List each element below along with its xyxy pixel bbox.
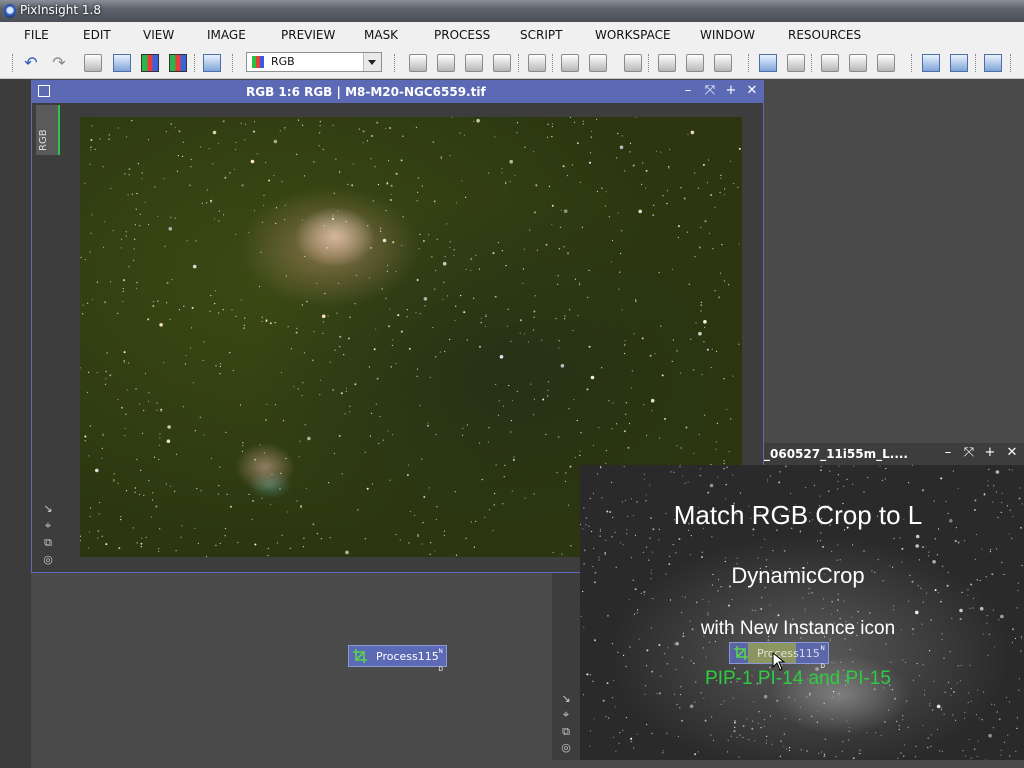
rgb-view-tab[interactable]: RGB	[36, 105, 60, 155]
toolbar-separator	[1010, 54, 1014, 72]
explorer-icon[interactable]	[759, 54, 777, 72]
console-icon[interactable]	[787, 54, 805, 72]
pan-icon[interactable]: ↘	[42, 503, 54, 515]
shade-icon[interactable]: ⤧	[961, 445, 977, 461]
process-icon-label: Process115	[376, 650, 439, 663]
combine-rgb-icon[interactable]	[169, 54, 187, 72]
restore-view-icon[interactable]: ⧉	[42, 537, 54, 549]
history-reset-icon[interactable]	[714, 54, 732, 72]
chevron-down-icon[interactable]	[363, 53, 381, 71]
toolbar-separator	[12, 54, 16, 72]
l-window-title: _060527_11i55m_L....	[764, 447, 908, 461]
dynamic-crop-icon	[353, 649, 367, 663]
toolbar-separator	[394, 54, 398, 72]
mask-apply-icon[interactable]	[465, 54, 483, 72]
pan-icon[interactable]: ↘	[560, 693, 572, 705]
rgb-channel-value: RGB	[271, 55, 295, 68]
caption-title: Match RGB Crop to L	[673, 500, 923, 530]
image-properties-icon[interactable]	[84, 54, 102, 72]
target-icon[interactable]: ◎	[42, 554, 54, 566]
mask-remove-icon[interactable]	[493, 54, 511, 72]
mask-new-icon[interactable]	[409, 54, 427, 72]
caption-new-instance: with New Instance icon	[700, 618, 896, 639]
menu-script[interactable]: SCRIPT	[520, 28, 562, 42]
rgb-window-title: RGB 1:6 RGB | M8-M20-NGC6559.tif	[246, 85, 486, 99]
history-redo-icon[interactable]	[686, 54, 704, 72]
minimize-icon[interactable]: –	[940, 445, 956, 461]
shade-icon[interactable]: ⤧	[702, 83, 718, 99]
menu-image[interactable]: IMAGE	[207, 28, 246, 42]
menu-mask[interactable]: MASK	[364, 28, 398, 42]
screen-monitor-icon[interactable]	[922, 54, 940, 72]
transform-icon[interactable]	[821, 54, 839, 72]
menu-bar: FILE EDIT VIEW IMAGE PREVIEW MASK PROCES…	[0, 22, 1024, 49]
app-title-bar: PixInsight 1.8	[0, 0, 1024, 22]
app-title: PixInsight 1.8	[20, 3, 101, 17]
toolbar-separator	[552, 54, 556, 72]
left-icon-strip	[0, 79, 31, 768]
process-icon-nd: ND	[820, 645, 825, 670]
toolbar-separator	[975, 54, 979, 72]
rgb-channel-select[interactable]: RGB	[246, 52, 382, 72]
zoom-fit-icon[interactable]: ⌖	[560, 709, 572, 721]
rescale-icon[interactable]	[877, 54, 895, 72]
caption-dynamiccrop: DynamicCrop	[731, 563, 865, 588]
menu-preview[interactable]: PREVIEW	[281, 28, 335, 42]
pixinsight-logo-icon	[4, 4, 16, 18]
restore-view-icon[interactable]: ⧉	[560, 726, 572, 738]
rgb-window-title-bar[interactable]: RGB 1:6 RGB | M8-M20-NGC6559.tif – ⤧ + ✕	[32, 81, 763, 103]
process-undo-icon[interactable]	[624, 54, 642, 72]
menu-edit[interactable]: EDIT	[83, 28, 111, 42]
process-execute-icon[interactable]	[561, 54, 579, 72]
process-icon-label: Process115	[757, 647, 820, 660]
split-rgb-icon[interactable]	[141, 54, 159, 72]
mask-edit-icon[interactable]	[437, 54, 455, 72]
undo-icon[interactable]: ↶	[22, 54, 40, 72]
toolbar-separator	[811, 54, 815, 72]
screen-24bit-icon[interactable]	[950, 54, 968, 72]
toolbar-separator	[648, 54, 652, 72]
new-preview-icon[interactable]	[203, 54, 221, 72]
rgb-swatch-icon	[252, 56, 264, 68]
process-icon[interactable]: Process115 ND	[348, 645, 447, 673]
menu-view[interactable]: VIEW	[143, 28, 174, 42]
dynamic-crop-icon	[734, 646, 748, 660]
maximize-icon[interactable]: +	[982, 445, 998, 461]
redo-icon[interactable]: ↷	[50, 54, 68, 72]
zoom-search-icon[interactable]	[528, 54, 546, 72]
process-icon-nd: ND	[438, 648, 443, 673]
process-reset-icon[interactable]	[589, 54, 607, 72]
menu-window[interactable]: WINDOW	[700, 28, 755, 42]
toolbar-separator	[232, 54, 236, 72]
window-icon	[38, 85, 50, 97]
close-icon[interactable]: ✕	[1004, 445, 1020, 461]
caption-pip: PIP-1 PI-14 and PI-15	[705, 668, 891, 689]
minimize-icon[interactable]: –	[680, 83, 696, 99]
l-window-title-bar[interactable]: _060527_11i55m_L.... – ⤧ + ✕	[764, 443, 1024, 465]
toolbar-separator	[518, 54, 522, 72]
new-image-icon[interactable]	[113, 54, 131, 72]
toolbar-separator	[911, 54, 915, 72]
main-toolbar: ↶ ↷	[0, 48, 1024, 79]
crop-icon[interactable]	[849, 54, 867, 72]
zoom-fit-icon[interactable]: ⌖	[42, 520, 54, 532]
menu-resources[interactable]: RESOURCES	[788, 28, 861, 42]
maximize-icon[interactable]: +	[723, 83, 739, 99]
rgb-tab-label: RGB	[38, 129, 49, 151]
target-icon[interactable]: ◎	[560, 742, 572, 754]
menu-file[interactable]: FILE	[24, 28, 49, 42]
history-back-icon[interactable]	[658, 54, 676, 72]
menu-process[interactable]: PROCESS	[434, 28, 490, 42]
close-icon[interactable]: ✕	[744, 83, 760, 99]
menu-workspace[interactable]: WORKSPACE	[595, 28, 671, 42]
toolbar-separator	[194, 54, 198, 72]
l-window-side-panel: ↘ ⌖ ⧉ ◎	[552, 573, 580, 760]
toolbar-separator	[748, 54, 752, 72]
window-restore-icon[interactable]	[984, 54, 1002, 72]
